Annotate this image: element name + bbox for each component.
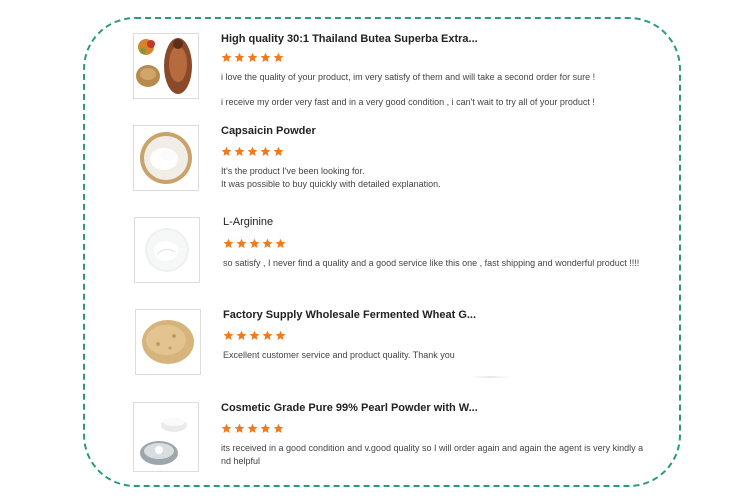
review-text: Excellent customer service and product q…: [223, 350, 455, 360]
review-product-title[interactable]: High quality 30:1 Thailand Butea Superba…: [221, 33, 478, 45]
review-product-title[interactable]: Cosmetic Grade Pure 99% Pearl Powder wit…: [221, 402, 478, 414]
star-icon: [247, 146, 258, 156]
star-icon: [249, 330, 260, 340]
review-text: so satisfy , I never find a quality and …: [223, 258, 640, 268]
star-icon: [221, 423, 232, 433]
star-icon: [275, 238, 286, 248]
star-icon: [221, 52, 232, 62]
product-thumbnail[interactable]: [133, 125, 199, 191]
product-thumbnail[interactable]: [134, 217, 200, 283]
review-product-title[interactable]: L-Arginine: [223, 216, 273, 228]
review-text: It's the product I've been looking for.: [221, 166, 365, 176]
review-text: i love the quality of your product, im v…: [221, 72, 596, 82]
star-icon: [249, 238, 260, 248]
star-icon: [247, 423, 258, 433]
review-text: nd helpful: [221, 456, 261, 466]
star-icon: [236, 238, 247, 248]
star-icon: [262, 238, 273, 248]
star-icon: [223, 238, 234, 248]
star-icon: [234, 423, 245, 433]
star-icon: [260, 423, 271, 433]
star-icon: [236, 330, 247, 340]
star-icon: [260, 146, 271, 156]
star-icon: [262, 330, 273, 340]
rating-stars: [221, 146, 284, 157]
star-icon: [234, 146, 245, 156]
divider-sheen: [470, 376, 510, 378]
review-text: its received in a good condition and v.g…: [221, 443, 644, 453]
star-icon: [247, 52, 258, 62]
rating-stars: [221, 423, 284, 434]
star-icon: [273, 423, 284, 433]
star-icon: [273, 52, 284, 62]
review-text: i receive my order very fast and in a ve…: [221, 97, 595, 107]
star-icon: [273, 146, 284, 156]
product-thumbnail[interactable]: [133, 402, 199, 472]
star-icon: [275, 330, 286, 340]
star-icon: [260, 52, 271, 62]
star-icon: [221, 146, 232, 156]
star-icon: [234, 52, 245, 62]
star-icon: [223, 330, 234, 340]
rating-stars: [223, 330, 286, 341]
review-product-title[interactable]: Capsaicin Powder: [221, 125, 316, 137]
rating-stars: [221, 52, 284, 63]
product-thumbnail[interactable]: [135, 309, 201, 375]
review-product-title[interactable]: Factory Supply Wholesale Fermented Wheat…: [223, 309, 476, 321]
product-thumbnail[interactable]: [133, 33, 199, 99]
rating-stars: [223, 238, 286, 249]
review-text: It was possible to buy quickly with deta…: [221, 179, 441, 189]
